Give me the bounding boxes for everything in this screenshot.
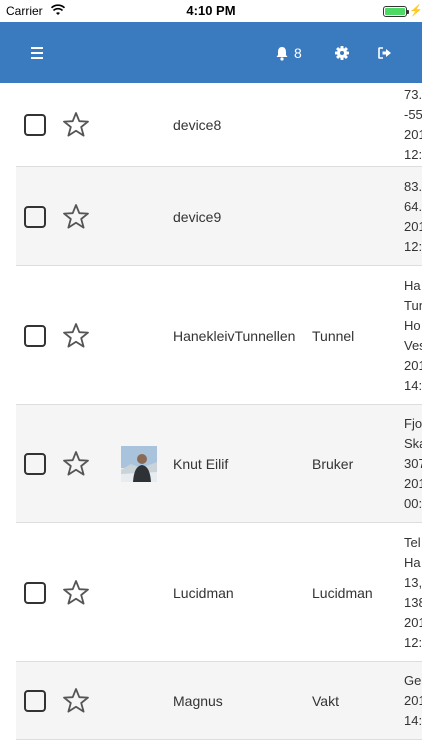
clock: 4:10 PM: [186, 3, 236, 18]
item-details: Ha Tun Ho Ves 201 14:: [404, 276, 422, 396]
row-checkbox[interactable]: [24, 205, 46, 228]
item-detail-line: 201: [404, 218, 422, 234]
row-checkbox[interactable]: [24, 581, 46, 604]
item-name: device8: [173, 117, 222, 133]
item-detail-line: Ska: [404, 436, 422, 451]
item-details: Tel Ha 13, 138 201 12:: [404, 533, 422, 653]
item-detail-line: 12:: [404, 238, 422, 254]
row-checkbox[interactable]: [24, 690, 46, 712]
item-detail-line: Ha: [404, 554, 421, 570]
item-detail-line: 201: [404, 127, 422, 142]
item-detail-line: 201: [404, 357, 422, 373]
item-detail-line: 201: [404, 476, 422, 491]
item-detail-line: 73.: [404, 87, 422, 102]
item-detail-line: 83.: [404, 178, 422, 194]
logout-button[interactable]: [376, 43, 394, 63]
sign-out-icon: [378, 47, 391, 59]
item-detail-line: 14:: [404, 713, 422, 728]
list-item[interactable]: Lucidman Lucidman Tel Ha 13, 138 201 12:: [16, 523, 422, 662]
item-detail-line: 201: [404, 693, 422, 708]
item-name: Knut Eilif: [173, 456, 229, 472]
notification-count: 8: [294, 45, 302, 61]
favorite-star-icon[interactable]: [62, 322, 90, 350]
item-detail-line: 64.: [404, 198, 422, 214]
item-detail-line: 138: [404, 594, 422, 610]
list-item[interactable]: device9 83. 64. 201 12:: [16, 167, 422, 266]
hamburger-menu-icon[interactable]: [22, 41, 52, 65]
favorite-star-icon[interactable]: [62, 687, 90, 715]
battery-icon: [383, 6, 409, 17]
list-item[interactable]: Magnus Vakt Ge 201 14:: [16, 662, 422, 740]
item-detail-line: 13,: [404, 574, 422, 590]
item-detail-line: 12:: [404, 634, 422, 650]
item-name: Magnus: [173, 693, 223, 709]
favorite-star-icon[interactable]: [62, 579, 90, 607]
device-list: device8 73. -55 201 12: device9 83. 64. 201 12: Ha…: [16, 83, 422, 750]
item-detail-line: 14:: [404, 377, 422, 393]
favorite-star-icon[interactable]: [62, 111, 90, 139]
item-detail-line: 201: [404, 614, 422, 630]
item-details: 83. 64. 201 12:: [404, 177, 422, 257]
charging-icon: ⚡: [409, 5, 422, 17]
notifications-button[interactable]: 8: [275, 42, 302, 64]
item-detail-line: Ge: [404, 673, 422, 688]
item-details: Ge 201 14:: [404, 671, 422, 731]
list-item[interactable]: Knut Eilif Bruker Fjo Ska 307 201 00:: [16, 405, 422, 523]
favorite-star-icon[interactable]: [62, 450, 90, 478]
item-name: HanekleivTunnellen: [173, 327, 296, 344]
item-detail-line: 307: [404, 456, 422, 471]
item-type: Bruker: [312, 456, 354, 472]
bell-icon: [276, 46, 288, 61]
item-detail-line: 00:: [404, 496, 422, 511]
favorite-star-icon[interactable]: [62, 203, 90, 231]
row-checkbox[interactable]: [24, 114, 46, 136]
status-bar: Carrier 4:10 PM ⚡: [0, 0, 422, 22]
item-detail-line: Ho: [404, 317, 421, 333]
top-navbar: 8: [0, 22, 422, 83]
item-detail-line: Tel: [404, 534, 421, 550]
item-detail-line: Tun: [404, 297, 422, 313]
item-type: Tunnel: [312, 327, 355, 344]
item-details: Fjo Ska 307 201 00:: [404, 414, 422, 514]
item-detail-line: 12:: [404, 147, 422, 162]
item-type: Lucidman: [312, 584, 373, 601]
item-detail-line: -55: [404, 107, 422, 122]
avatar: [121, 446, 157, 482]
row-checkbox[interactable]: [24, 324, 46, 347]
item-type: Vakt: [312, 693, 339, 709]
list-item[interactable]: device8 73. -55 201 12:: [16, 83, 422, 167]
list-item[interactable]: HanekleivTunnellen Tunnel Ha Tun Ho Ves 201 14:: [16, 266, 422, 405]
item-detail-line: Ha: [404, 277, 421, 293]
settings-button[interactable]: [333, 42, 351, 64]
gear-icon: [335, 46, 349, 60]
item-name: device9: [173, 208, 222, 225]
item-detail-line: Ves: [404, 337, 422, 353]
item-details: 73. -55 201 12:: [404, 85, 422, 165]
row-checkbox[interactable]: [24, 453, 46, 475]
item-name: Lucidman: [173, 584, 234, 601]
item-detail-line: Fjo: [404, 416, 422, 431]
